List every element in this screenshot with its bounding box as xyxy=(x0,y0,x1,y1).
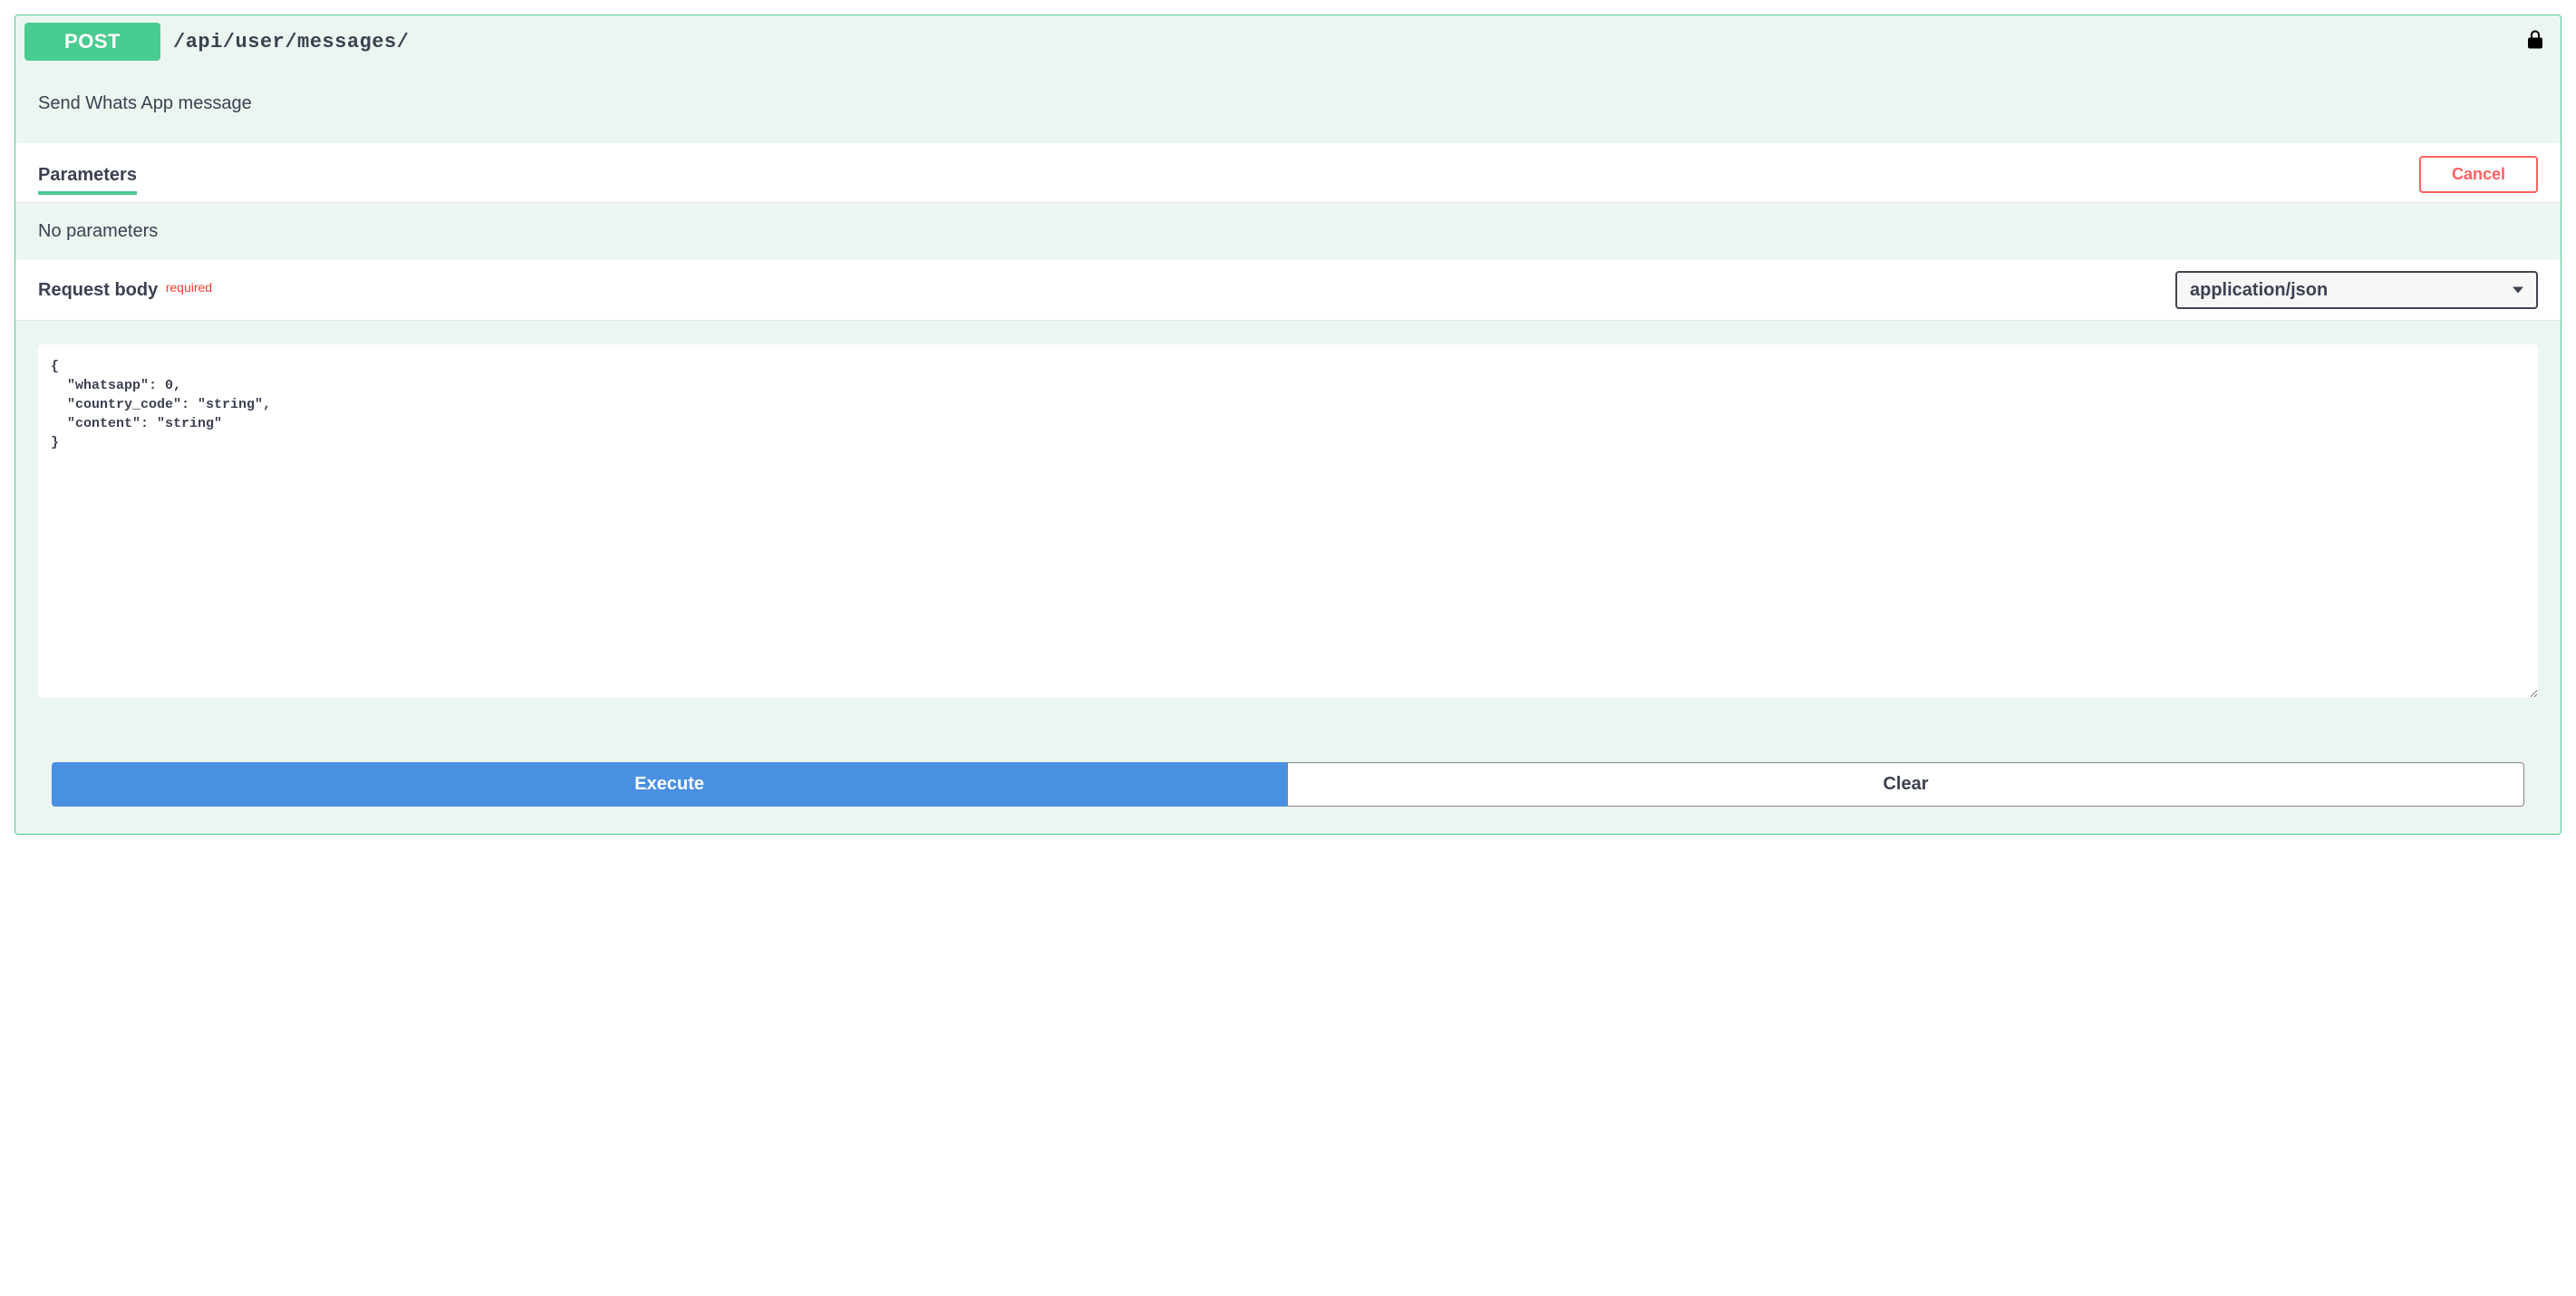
endpoint-path: /api/user/messages/ xyxy=(173,31,409,53)
http-method-badge: POST xyxy=(24,23,160,61)
required-badge: required xyxy=(166,280,212,295)
lock-icon[interactable] xyxy=(2524,29,2546,55)
no-parameters-text: No parameters xyxy=(15,203,2561,260)
execute-button[interactable]: Execute xyxy=(52,762,1287,807)
request-body-textarea[interactable] xyxy=(38,344,2538,698)
content-type-select-wrapper: application/json xyxy=(2175,271,2538,309)
request-body-title: Request body xyxy=(38,280,158,300)
operation-summary-row[interactable]: POST /api/user/messages/ xyxy=(15,15,2561,68)
api-operation-block: POST /api/user/messages/ Send Whats App … xyxy=(15,15,2561,835)
cancel-button[interactable]: Cancel xyxy=(2419,156,2538,193)
request-body-content xyxy=(15,321,2561,726)
clear-button[interactable]: Clear xyxy=(1287,762,2524,807)
action-buttons-row: Execute Clear xyxy=(15,726,2561,834)
operation-description: Send Whats App message xyxy=(15,68,2561,143)
parameters-header-row: Parameters Cancel xyxy=(15,143,2561,203)
request-body-header-row: Request body required application/json xyxy=(15,260,2561,321)
parameters-section-title: Parameters xyxy=(38,165,137,195)
content-type-select[interactable]: application/json xyxy=(2175,271,2538,309)
